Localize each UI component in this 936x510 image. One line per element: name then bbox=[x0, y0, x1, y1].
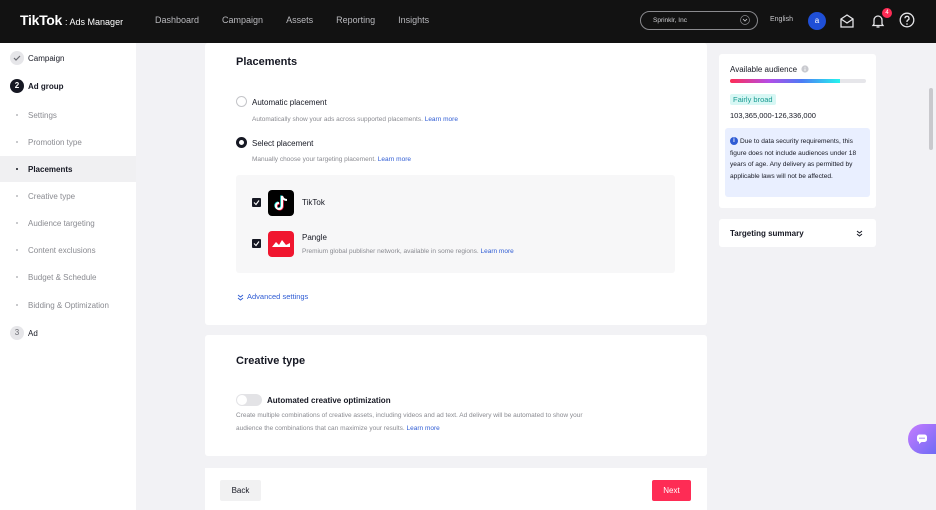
desc-text: audience the combinations that can maxim… bbox=[236, 425, 405, 432]
sidebar-item-bidding-optimization[interactable]: Bidding & Optimization bbox=[0, 292, 136, 318]
scrollbar[interactable] bbox=[929, 88, 933, 150]
sidebar-label: Settings bbox=[28, 110, 57, 120]
sidebar-label: Campaign bbox=[28, 53, 65, 63]
sidebar-label: Ad group bbox=[28, 81, 64, 91]
learn-more-link[interactable]: Learn more bbox=[425, 116, 458, 123]
avatar[interactable]: a bbox=[808, 12, 826, 30]
sidebar-label: Placements bbox=[28, 164, 73, 174]
main-nav: Dashboard Campaign Assets Reporting Insi… bbox=[155, 15, 452, 25]
account-selector[interactable]: Sprinklr, Inc bbox=[640, 11, 758, 30]
tiktok-ads-logo[interactable]: TikTok : Ads Manager bbox=[20, 12, 123, 28]
available-audience-title: Available audience bbox=[730, 65, 809, 74]
learn-more-link[interactable]: Learn more bbox=[480, 248, 513, 255]
step-number: 2 bbox=[10, 79, 24, 93]
sidebar-step-adgroup[interactable]: 2 Ad group bbox=[0, 73, 136, 99]
sidebar-label: Ad bbox=[28, 328, 38, 338]
audience-info-text: Due to data security requirements, this … bbox=[730, 138, 857, 180]
chat-button[interactable] bbox=[908, 424, 936, 454]
tiktok-logo-icon bbox=[268, 190, 294, 216]
creative-desc-line-1: Create multiple combinations of creative… bbox=[236, 412, 583, 419]
sidebar-step-ad[interactable]: 3 Ad bbox=[0, 320, 136, 346]
audience-range: 103,365,000-126,336,000 bbox=[730, 111, 816, 120]
chevron-down-icon bbox=[740, 15, 750, 25]
sidebar-label: Content exclusions bbox=[28, 245, 96, 255]
sidebar-label: Budget & Schedule bbox=[28, 272, 97, 282]
brand-name: TikTok bbox=[20, 12, 63, 28]
pangle-desc: Premium global publisher network, availa… bbox=[302, 248, 514, 255]
chevron-down-icon bbox=[237, 294, 244, 301]
audience-level-tag: Fairly broad bbox=[730, 94, 776, 105]
back-button[interactable]: Back bbox=[220, 480, 261, 501]
language-selector[interactable]: English bbox=[770, 16, 793, 23]
audience-info-box: i Due to data security requirements, thi… bbox=[725, 128, 870, 197]
notification-badge: 4 bbox=[882, 8, 892, 18]
nav-insights[interactable]: Insights bbox=[398, 15, 429, 25]
desc-text: Premium global publisher network, availa… bbox=[302, 248, 479, 255]
info-icon[interactable] bbox=[801, 65, 809, 73]
pangle-logo-icon bbox=[268, 231, 294, 257]
sidebar-item-placements[interactable]: Placements bbox=[0, 156, 136, 182]
account-name: Sprinklr, Inc bbox=[653, 17, 687, 24]
audience-title-text: Available audience bbox=[730, 65, 798, 74]
check-icon bbox=[253, 241, 260, 247]
sidebar-item-creative-type[interactable]: Creative type bbox=[0, 183, 136, 209]
targeting-summary-label: Targeting summary bbox=[730, 229, 804, 238]
sidebar-label: Promotion type bbox=[28, 137, 82, 147]
nav-assets[interactable]: Assets bbox=[286, 15, 313, 25]
check-icon bbox=[253, 200, 260, 206]
next-button[interactable]: Next bbox=[652, 480, 691, 501]
nav-reporting[interactable]: Reporting bbox=[336, 15, 375, 25]
tiktok-label: TikTok bbox=[302, 198, 325, 207]
chevron-down-icon[interactable] bbox=[856, 230, 863, 237]
creative-desc-line-2: audience the combinations that can maxim… bbox=[236, 425, 440, 432]
nav-dashboard[interactable]: Dashboard bbox=[155, 15, 199, 25]
automatic-placement-label[interactable]: Automatic placement bbox=[252, 98, 327, 107]
automatic-placement-desc: Automatically show your ads across suppo… bbox=[252, 116, 458, 123]
automated-creative-label: Automated creative optimization bbox=[267, 396, 391, 405]
desc-text: Manually choose your targeting placement… bbox=[252, 156, 376, 163]
sidebar: Campaign 2 Ad group Settings Promotion t… bbox=[0, 43, 136, 510]
learn-more-link[interactable]: Learn more bbox=[407, 425, 440, 432]
placement-options bbox=[236, 175, 675, 273]
select-placement-label[interactable]: Select placement bbox=[252, 139, 313, 148]
footer-bar bbox=[205, 468, 707, 510]
step-number: 3 bbox=[10, 326, 24, 340]
sidebar-item-promotion-type[interactable]: Promotion type bbox=[0, 129, 136, 155]
sidebar-item-settings[interactable]: Settings bbox=[0, 102, 136, 128]
select-placement-desc: Manually choose your targeting placement… bbox=[252, 156, 411, 163]
advanced-settings-label: Advanced settings bbox=[247, 292, 309, 301]
pangle-label: Pangle bbox=[302, 233, 327, 242]
check-circle-icon bbox=[10, 51, 24, 65]
nav-campaign[interactable]: Campaign bbox=[222, 15, 263, 25]
mail-icon[interactable] bbox=[839, 13, 855, 29]
placements-title: Placements bbox=[236, 56, 298, 68]
desc-text: Automatically show your ads across suppo… bbox=[252, 116, 423, 123]
select-placement-radio[interactable] bbox=[236, 137, 247, 148]
audience-meter bbox=[730, 79, 866, 83]
brand-sub: : Ads Manager bbox=[65, 17, 124, 27]
sidebar-step-campaign[interactable]: Campaign bbox=[0, 45, 136, 71]
audience-meter-fill bbox=[730, 79, 841, 83]
sidebar-item-budget-schedule[interactable]: Budget & Schedule bbox=[0, 264, 136, 290]
toggle-knob bbox=[237, 395, 247, 405]
chat-icon bbox=[917, 434, 927, 444]
learn-more-link[interactable]: Learn more bbox=[378, 156, 411, 163]
automatic-placement-radio[interactable] bbox=[236, 96, 247, 107]
advanced-settings-toggle[interactable]: Advanced settings bbox=[237, 292, 308, 301]
top-bar: TikTok : Ads Manager Dashboard Campaign … bbox=[0, 0, 936, 43]
sidebar-item-audience-targeting[interactable]: Audience targeting bbox=[0, 210, 136, 236]
sidebar-label: Creative type bbox=[28, 191, 76, 201]
sidebar-label: Audience targeting bbox=[28, 218, 95, 228]
check-icon bbox=[13, 55, 21, 61]
pangle-checkbox[interactable] bbox=[252, 239, 261, 248]
sidebar-label: Bidding & Optimization bbox=[28, 300, 109, 310]
sidebar-item-content-exclusions[interactable]: Content exclusions bbox=[0, 237, 136, 263]
creative-type-title: Creative type bbox=[236, 355, 306, 367]
tiktok-checkbox[interactable] bbox=[252, 198, 261, 207]
help-icon[interactable] bbox=[899, 12, 915, 28]
automated-creative-toggle[interactable] bbox=[236, 394, 262, 406]
